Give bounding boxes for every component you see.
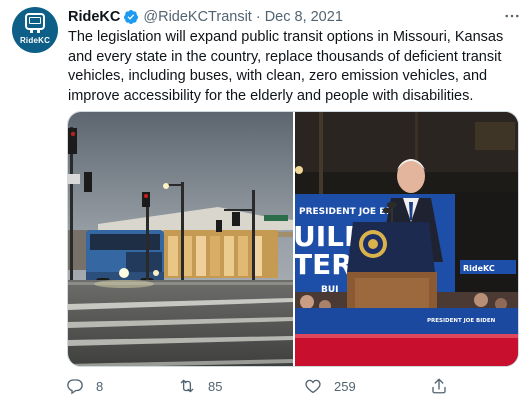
share-icon [432, 378, 446, 394]
like-count: 259 [334, 378, 356, 394]
photo-bus-station[interactable] [68, 112, 293, 366]
reply-button[interactable]: 8 [66, 376, 103, 396]
handle[interactable]: @RideKCTransit [143, 9, 251, 25]
media-grid: PRESIDENT JOE BIDEN UILD TER BUI RideKC [67, 111, 519, 367]
podium-speech-photo: PRESIDENT JOE BIDEN UILD TER BUI RideKC [295, 112, 518, 366]
photo-podium-speech[interactable]: PRESIDENT JOE BIDEN UILD TER BUI RideKC [295, 112, 518, 366]
banner-small-text: PRESIDENT JOE BIDEN [427, 318, 496, 324]
verified-badge-icon [124, 10, 139, 24]
bus-icon [25, 13, 45, 33]
banner-text-3: TER [295, 248, 353, 281]
retweet-button[interactable]: 85 [178, 376, 222, 396]
heart-icon [305, 379, 321, 394]
tweet-actions: 8 85 259 [66, 376, 466, 396]
timestamp[interactable]: Dec 8, 2021 [265, 9, 343, 25]
separator-dot: · [255, 9, 261, 25]
retweet-icon [180, 379, 194, 393]
sign-text: RideKC [463, 264, 495, 273]
tweet-text: The legislation will expand public trans… [68, 29, 504, 104]
reply-icon [67, 379, 83, 395]
more-options-icon[interactable] [503, 7, 521, 25]
tweet[interactable]: RideKC RideKC @RideKCTransit · Dec 8, 20… [0, 0, 531, 405]
avatar[interactable]: RideKC [12, 7, 58, 53]
reply-count: 8 [96, 378, 104, 394]
share-button[interactable] [430, 376, 448, 396]
bus-station-photo [68, 112, 293, 366]
display-name[interactable]: RideKC [68, 9, 120, 25]
avatar-logo-text: RideKC [19, 36, 51, 45]
retweet-count: 85 [208, 378, 223, 394]
tweet-header: RideKC @RideKCTransit · Dec 8, 2021 [68, 8, 343, 26]
like-button[interactable]: 259 [304, 376, 356, 396]
